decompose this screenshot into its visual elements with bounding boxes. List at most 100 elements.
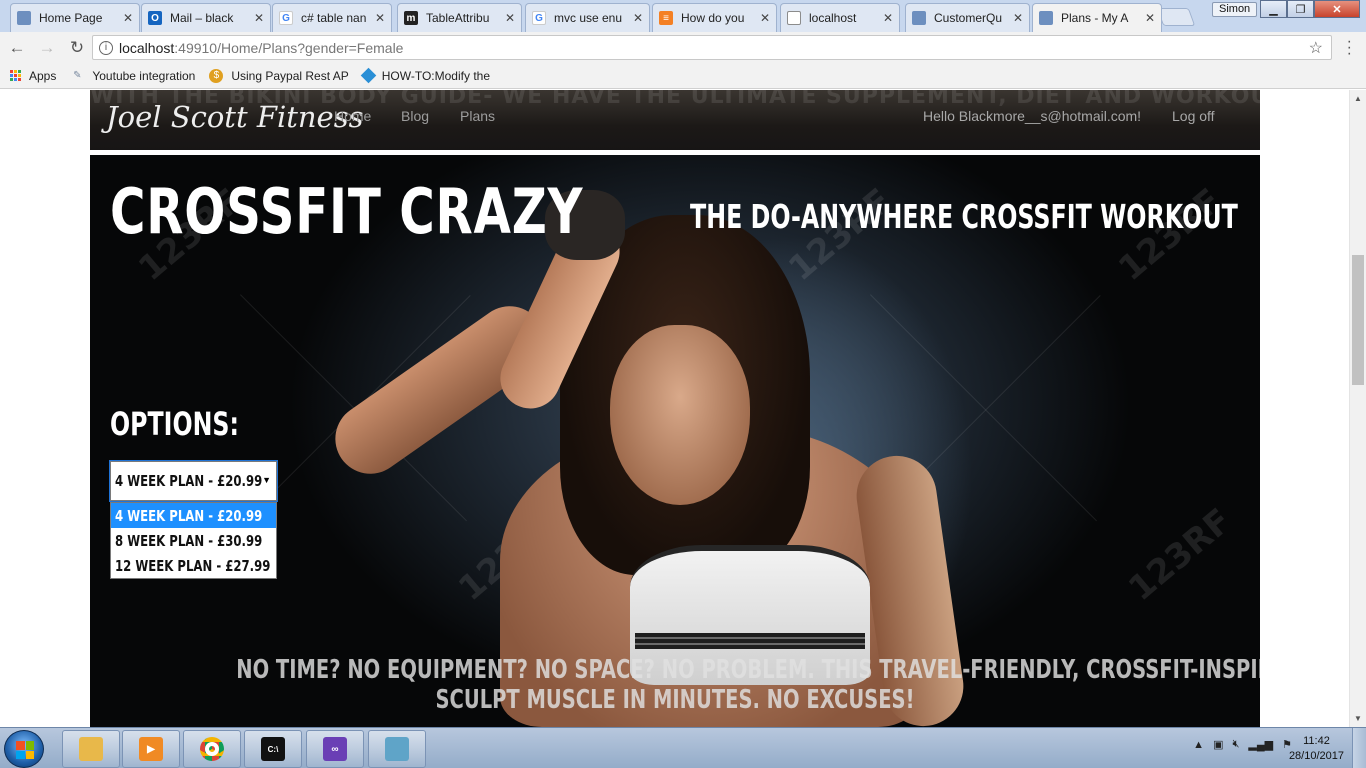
user-greeting-link[interactable]: Hello Blackmore__s@hotmail.com! [923, 108, 1141, 124]
tagline-line-1: NO TIME? NO EQUIPMENT? NO SPACE? NO PROB… [236, 655, 1260, 685]
profile-button[interactable]: Simon [1212, 2, 1258, 17]
site-brand-logo[interactable]: Joel Scott Fitness [106, 100, 364, 134]
url-path: :49910/Home/Plans?gender=Female [174, 39, 404, 56]
options-label: OPTIONS: [110, 405, 239, 443]
close-icon[interactable]: ✕ [375, 11, 385, 25]
url-host: localhost [119, 39, 175, 56]
plan-option-8-week[interactable]: 8 WEEK PLAN - £30.99 [111, 528, 276, 553]
nav-home-link[interactable]: Home [334, 108, 371, 124]
windows-logo-icon [16, 741, 34, 759]
tab-title: Plans - My A [1061, 11, 1129, 25]
close-icon[interactable]: ✕ [505, 11, 515, 25]
show-hidden-icons-icon[interactable]: ▲ [1193, 739, 1204, 751]
close-icon[interactable]: ✕ [1145, 11, 1155, 25]
page-viewport: WITH THE BIKINI BODY GUIDE- WE HAVE THE … [0, 90, 1349, 727]
address-bar[interactable]: i localhost:49910/Home/Plans?gender=Fema… [92, 35, 1332, 60]
browser-tab-strip: Home Page ✕ O Mail – black ✕ G c# table … [0, 0, 1366, 32]
model-face [610, 325, 750, 505]
system-clock[interactable]: 11:42 28/10/2017 [1289, 734, 1344, 764]
taskbar-notepad[interactable] [368, 730, 426, 768]
logoff-link[interactable]: Log off [1172, 108, 1215, 124]
google-icon: G [532, 11, 546, 25]
tab-title: How do you [681, 11, 745, 25]
option-label: 4 WEEK PLAN - £20.99 [115, 506, 263, 525]
tab-title: TableAttribu [426, 11, 490, 25]
tab-plans[interactable]: Plans - My A ✕ [1032, 3, 1162, 32]
tab-stackoverflow[interactable]: ≡ How do you ✕ [652, 3, 777, 32]
bookmark-star-icon[interactable]: ☆ [1309, 38, 1323, 58]
plan-hero: 123RF 123RF 123RF 123RF 123RF CROSSFIT C… [90, 155, 1260, 727]
tab-mail[interactable]: O Mail – black ✕ [141, 3, 271, 32]
menu-icon[interactable]: · · · [1347, 34, 1352, 62]
outlook-icon: O [148, 11, 162, 25]
tab-table-attribute[interactable]: m TableAttribu ✕ [397, 3, 522, 32]
show-desktop-button[interactable] [1352, 728, 1366, 768]
plan-subtitle: THE DO-ANYWHERE CROSSFIT WORKOUT [690, 197, 1238, 236]
taskbar-media-player[interactable]: ▶ [122, 730, 180, 768]
apps-grid-icon [10, 70, 21, 81]
tab-title: Home Page [39, 11, 103, 25]
bookmarks-bar: Apps ✎ Youtube integration $ Using Paypa… [0, 63, 1366, 89]
new-tab-button[interactable] [1156, 8, 1196, 26]
tagline-line-2: SCULPT MUSCLE IN MINUTES. NO EXCUSES! [435, 685, 915, 715]
coin-icon: $ [209, 68, 224, 83]
close-icon[interactable]: ✕ [1013, 11, 1023, 25]
close-icon[interactable]: ✕ [760, 11, 770, 25]
page-scrollbar[interactable]: ▲ ▼ [1349, 90, 1366, 727]
start-button[interactable] [4, 730, 44, 768]
visual-studio-icon: ∞ [323, 737, 347, 761]
browser-toolbar: ← → ↻ i localhost:49910/Home/Plans?gende… [0, 32, 1366, 63]
tab-home-page[interactable]: Home Page ✕ [10, 3, 140, 32]
media-player-icon: ▶ [139, 737, 163, 761]
bookmark-label: HOW-TO:Modify the [381, 68, 490, 83]
site-navbar: WITH THE BIKINI BODY GUIDE- WE HAVE THE … [90, 90, 1260, 150]
clock-time: 11:42 [1303, 735, 1330, 747]
info-icon[interactable]: i [99, 40, 113, 55]
nav-blog-link[interactable]: Blog [401, 108, 429, 124]
plan-option-4-week[interactable]: 4 WEEK PLAN - £20.99 [111, 503, 276, 528]
close-icon[interactable]: ✕ [633, 11, 643, 25]
minimize-button[interactable]: ▁ [1260, 0, 1287, 18]
nav-plans-link[interactable]: Plans [460, 108, 495, 124]
device-icon[interactable]: ▣ [1213, 738, 1223, 751]
stackoverflow-icon: ≡ [659, 11, 673, 25]
feather-icon: ✎ [73, 70, 82, 81]
bookmark-paypal-rest[interactable]: $ Using Paypal Rest AP [209, 68, 349, 83]
apps-shortcut[interactable]: Apps [0, 69, 56, 83]
tab-customer-query[interactable]: CustomerQu ✕ [905, 3, 1030, 32]
tab-google-search-2[interactable]: G mvc use enu ✕ [525, 3, 650, 32]
taskbar-command-prompt[interactable]: C:\ [244, 730, 302, 768]
plan-title: CROSSFIT CRAZY [110, 175, 584, 248]
scrollbar-thumb[interactable] [1352, 255, 1364, 385]
close-icon[interactable]: ✕ [883, 11, 893, 25]
taskbar-chrome[interactable] [183, 730, 241, 768]
plan-option-12-week[interactable]: 12 WEEK PLAN - £27.99 [111, 553, 276, 578]
plan-select[interactable]: 4 WEEK PLAN - £20.99 ▼ [109, 460, 278, 502]
apps-label: Apps [29, 68, 57, 83]
maximize-button[interactable]: ❐ [1287, 0, 1314, 18]
back-button[interactable]: ← [4, 35, 30, 61]
explorer-icon [79, 737, 103, 761]
close-icon[interactable]: ✕ [123, 11, 133, 25]
volume-muted-icon[interactable]: 🔇︎ [1232, 738, 1239, 751]
tab-title: mvc use enu [554, 11, 623, 25]
chrome-icon [200, 737, 224, 761]
bookmark-label: Using Paypal Rest AP [231, 68, 349, 83]
forward-button[interactable]: → [34, 35, 60, 61]
scroll-up-icon[interactable]: ▲ [1354, 94, 1362, 103]
plan-select-dropdown: 4 WEEK PLAN - £20.99 8 WEEK PLAN - £30.9… [110, 502, 277, 579]
scroll-down-icon[interactable]: ▼ [1354, 714, 1362, 723]
tab-google-search-1[interactable]: G c# table nan ✕ [272, 3, 392, 32]
reload-button[interactable]: ↻ [64, 35, 90, 61]
tab-title: Mail – black [170, 11, 234, 25]
close-icon[interactable]: ✕ [254, 11, 264, 25]
tab-localhost[interactable]: localhost ✕ [780, 3, 900, 32]
bookmark-how-to-modify[interactable]: HOW-TO:Modify the [360, 67, 490, 84]
taskbar-visual-studio[interactable]: ∞ [306, 730, 364, 768]
taskbar-explorer[interactable] [62, 730, 120, 768]
google-icon: G [279, 11, 293, 25]
window-controls: ▁ ❐ ✕ [1260, 0, 1360, 18]
close-window-button[interactable]: ✕ [1314, 0, 1360, 18]
bookmark-youtube-integration[interactable]: ✎ Youtube integration [70, 69, 195, 83]
network-icon[interactable]: ▂▄▆ [1248, 738, 1273, 751]
